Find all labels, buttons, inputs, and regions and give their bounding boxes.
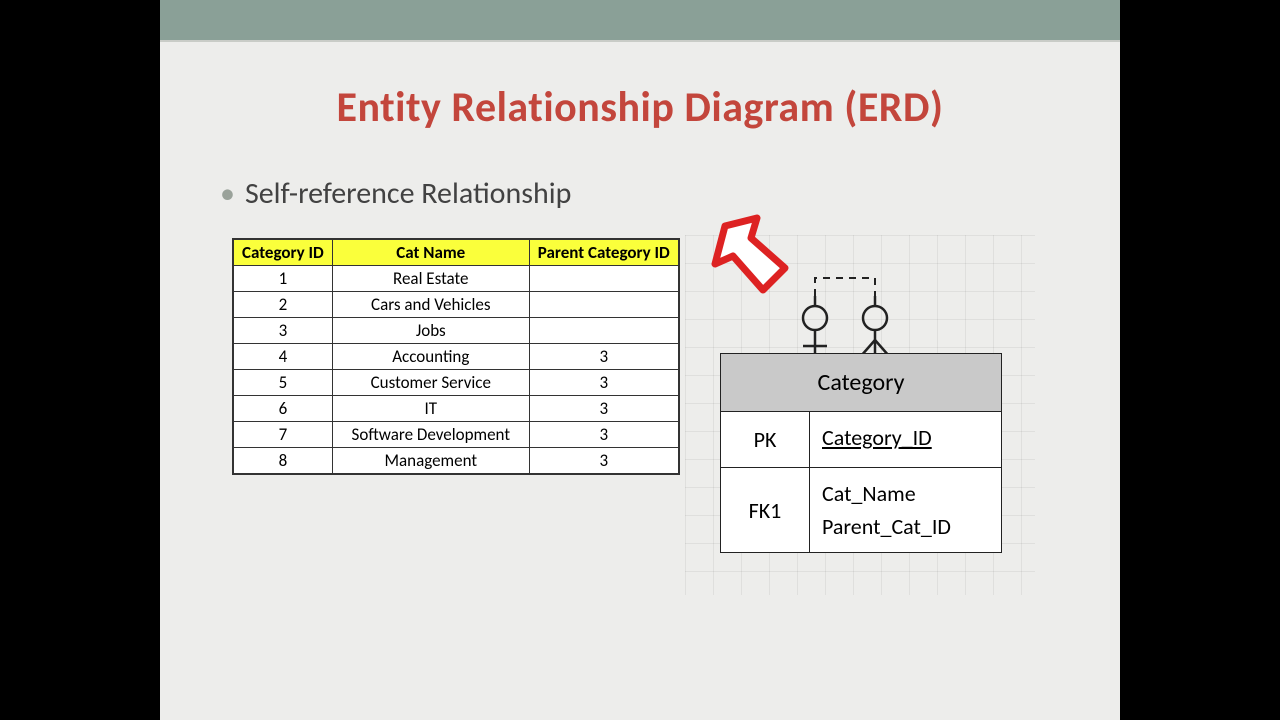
table-row: 8Management3 <box>233 448 679 475</box>
table-cell: 5 <box>233 370 332 396</box>
category-data-table: Category ID Cat Name Parent Category ID … <box>232 238 680 475</box>
th-cat-name: Cat Name <box>332 239 529 266</box>
entity-attr: Cat_Name <box>822 480 989 507</box>
table-cell: 8 <box>233 448 332 475</box>
bullet-self-reference: Self-reference Relationship <box>220 175 571 212</box>
th-category-id: Category ID <box>233 239 332 266</box>
table-cell: 4 <box>233 344 332 370</box>
table-cell: 2 <box>233 292 332 318</box>
table-row: 1Real Estate <box>233 266 679 292</box>
entity-fk-label: FK1 <box>721 468 810 552</box>
entity-pk-label: PK <box>721 412 810 467</box>
table-cell: IT <box>332 396 529 422</box>
table-row: 6IT3 <box>233 396 679 422</box>
entity-pk-row: PK Category_ID <box>721 412 1001 468</box>
entity-pk-attr: Category_ID <box>822 424 989 451</box>
table-cell: Real Estate <box>332 266 529 292</box>
table-cell: 3 <box>529 422 679 448</box>
table-header-row: Category ID Cat Name Parent Category ID <box>233 239 679 266</box>
table-row: 3Jobs <box>233 318 679 344</box>
slide: Entity Relationship Diagram (ERD) Self-r… <box>160 0 1120 720</box>
table-cell: Cars and Vehicles <box>332 292 529 318</box>
entity-title: Category <box>721 354 1001 412</box>
table-cell: 1 <box>233 266 332 292</box>
table-row: 5Customer Service3 <box>233 370 679 396</box>
entity-category: Category PK Category_ID FK1 Cat_Name Par… <box>720 353 1002 553</box>
slide-title: Entity Relationship Diagram (ERD) <box>160 82 1120 133</box>
table-cell <box>529 292 679 318</box>
table-row: 7Software Development3 <box>233 422 679 448</box>
table-row: 2Cars and Vehicles <box>233 292 679 318</box>
table-cell: Software Development <box>332 422 529 448</box>
table-cell: 6 <box>233 396 332 422</box>
table-cell: 3 <box>529 370 679 396</box>
table-cell: 3 <box>529 344 679 370</box>
table-cell: Jobs <box>332 318 529 344</box>
table-cell <box>529 266 679 292</box>
table-cell: 3 <box>233 318 332 344</box>
table-cell: Customer Service <box>332 370 529 396</box>
table-cell: 7 <box>233 422 332 448</box>
entity-attr: Parent_Cat_ID <box>822 513 989 540</box>
table-cell: 3 <box>529 448 679 475</box>
top-band <box>160 0 1120 42</box>
table-row: 4Accounting3 <box>233 344 679 370</box>
table-cell: Management <box>332 448 529 475</box>
table-cell: 3 <box>529 396 679 422</box>
table-cell: Accounting <box>332 344 529 370</box>
erd-diagram: Category PK Category_ID FK1 Cat_Name Par… <box>720 240 1030 553</box>
table-cell <box>529 318 679 344</box>
th-parent-cat-id: Parent Category ID <box>529 239 679 266</box>
entity-fk-row: FK1 Cat_Name Parent_Cat_ID <box>721 468 1001 552</box>
